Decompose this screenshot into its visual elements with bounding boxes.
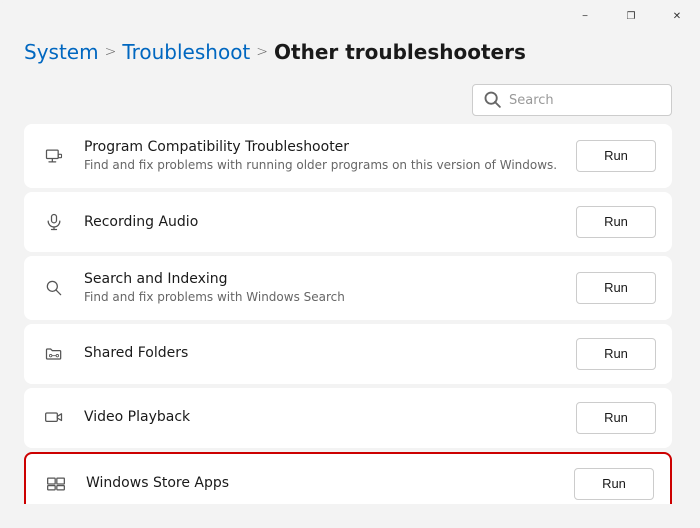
troubleshooter-item-shared-folders: Shared Folders Run (24, 324, 672, 384)
title-bar: − ❐ ✕ (0, 0, 700, 32)
recording-audio-content: Recording Audio (84, 213, 560, 231)
run-video-playback-button[interactable]: Run (576, 402, 656, 434)
maximize-button[interactable]: ❐ (608, 0, 654, 32)
video-playback-title: Video Playback (84, 408, 560, 426)
troubleshooter-item-windows-store-apps: Windows Store Apps Run (24, 452, 672, 504)
troubleshooter-item-search-indexing: Search and Indexing Find and fix problem… (24, 256, 672, 320)
shared-folders-icon (40, 340, 68, 368)
breadcrumb-current: Other troubleshooters (274, 40, 526, 64)
breadcrumb-system[interactable]: System (24, 40, 99, 64)
shared-folders-content: Shared Folders (84, 344, 560, 362)
run-recording-audio-button[interactable]: Run (576, 206, 656, 238)
program-compatibility-title: Program Compatibility Troubleshooter (84, 138, 560, 156)
breadcrumb: System > Troubleshoot > Other troublesho… (24, 32, 676, 84)
search-placeholder: Search (509, 93, 554, 108)
run-shared-folders-button[interactable]: Run (576, 338, 656, 370)
microphone-icon (40, 208, 68, 236)
breadcrumb-separator-2: > (256, 44, 268, 60)
video-playback-content: Video Playback (84, 408, 560, 426)
windows-store-apps-content: Windows Store Apps (86, 474, 558, 492)
run-program-compatibility-button[interactable]: Run (576, 140, 656, 172)
windows-store-apps-title: Windows Store Apps (86, 474, 558, 492)
title-bar-controls: − ❐ ✕ (562, 0, 700, 32)
scroll-area[interactable]: Search Program Comp (24, 84, 676, 504)
program-compatibility-content: Program Compatibility Troubleshooter Fin… (84, 138, 560, 174)
content-area: System > Troubleshoot > Other troublesho… (0, 32, 700, 528)
video-playback-icon (40, 404, 68, 432)
search-indexing-title: Search and Indexing (84, 270, 560, 288)
shared-folders-title: Shared Folders (84, 344, 560, 362)
settings-window: − ❐ ✕ System > Troubleshoot > Other trou… (0, 0, 700, 528)
compatibility-icon (40, 142, 68, 170)
run-windows-store-apps-button[interactable]: Run (574, 468, 654, 500)
search-box[interactable]: Search (472, 84, 672, 116)
breadcrumb-troubleshoot[interactable]: Troubleshoot (122, 40, 250, 64)
search-indexing-icon (40, 274, 68, 302)
search-icon (483, 90, 503, 110)
search-indexing-content: Search and Indexing Find and fix problem… (84, 270, 560, 306)
troubleshooter-item-recording-audio: Recording Audio Run (24, 192, 672, 252)
program-compatibility-description: Find and fix problems with running older… (84, 158, 560, 174)
windows-store-apps-icon (42, 470, 70, 498)
run-search-indexing-button[interactable]: Run (576, 272, 656, 304)
troubleshooter-item-video-playback: Video Playback Run (24, 388, 672, 448)
close-button[interactable]: ✕ (654, 0, 700, 32)
troubleshooter-item-program-compatibility: Program Compatibility Troubleshooter Fin… (24, 124, 672, 188)
minimize-button[interactable]: − (562, 0, 608, 32)
breadcrumb-separator-1: > (105, 44, 117, 60)
search-bar-container: Search (24, 84, 672, 116)
search-indexing-description: Find and fix problems with Windows Searc… (84, 290, 560, 306)
troubleshooter-list: Program Compatibility Troubleshooter Fin… (24, 124, 672, 504)
recording-audio-title: Recording Audio (84, 213, 560, 231)
